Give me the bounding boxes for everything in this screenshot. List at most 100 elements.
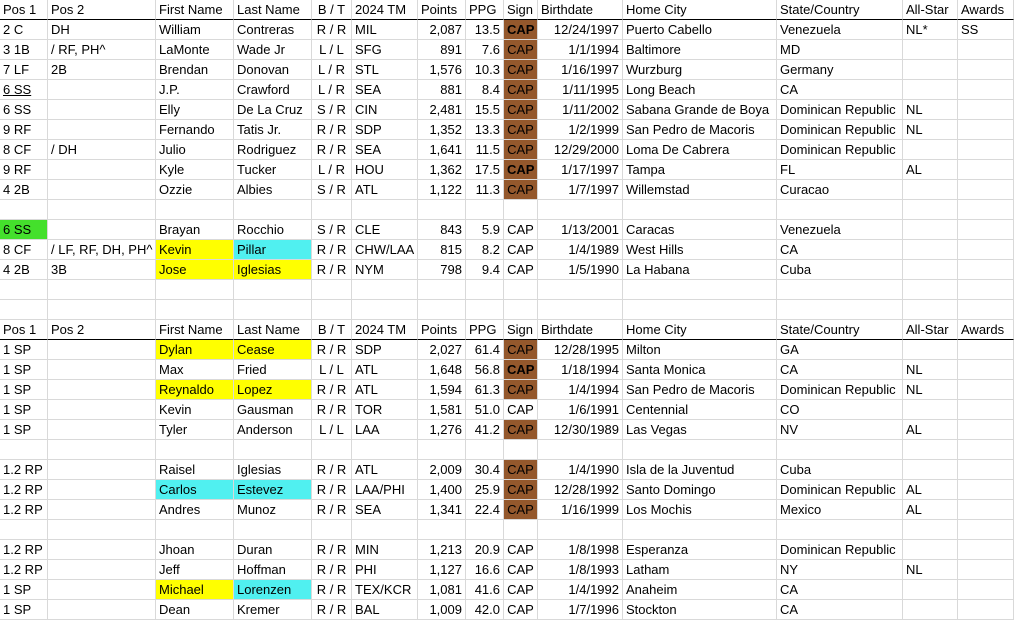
cell-points[interactable]: 1,576	[418, 60, 466, 80]
cell-city[interactable]: West Hills	[623, 240, 777, 260]
cell-pos2[interactable]	[48, 580, 156, 600]
cell-first[interactable]: Tyler	[156, 420, 234, 440]
cell-ppg[interactable]: 10.3	[466, 60, 504, 80]
cell-state[interactable]: Germany	[777, 60, 903, 80]
cell-tm[interactable]: MIL	[352, 20, 418, 40]
cell-state[interactable]: Mexico	[777, 500, 903, 520]
empty-cell[interactable]	[48, 200, 156, 220]
header-cell-bt[interactable]: B / T	[312, 0, 352, 20]
cell-city[interactable]: Las Vegas	[623, 420, 777, 440]
cell-first[interactable]: Jose	[156, 260, 234, 280]
cell-last[interactable]: Munoz	[234, 500, 312, 520]
cell-last[interactable]: Kremer	[234, 600, 312, 620]
cell-first[interactable]: Jhoan	[156, 540, 234, 560]
cell-last[interactable]: Pillar	[234, 240, 312, 260]
cell-sign[interactable]: CAP	[504, 580, 538, 600]
cell-awards[interactable]	[958, 600, 1014, 620]
empty-cell[interactable]	[903, 440, 958, 460]
cell-points[interactable]: 1,581	[418, 400, 466, 420]
empty-cell[interactable]	[504, 300, 538, 320]
cell-pos2[interactable]	[48, 600, 156, 620]
cell-bt[interactable]: R / R	[312, 600, 352, 620]
header-cell-state[interactable]: State/Country	[777, 0, 903, 20]
cell-bt[interactable]: R / R	[312, 380, 352, 400]
cell-birth[interactable]: 12/28/1992	[538, 480, 623, 500]
empty-cell[interactable]	[48, 440, 156, 460]
cell-awards[interactable]	[958, 380, 1014, 400]
empty-cell[interactable]	[504, 200, 538, 220]
cell-birth[interactable]: 1/11/1995	[538, 80, 623, 100]
empty-cell[interactable]	[0, 200, 48, 220]
header-cell-points[interactable]: Points	[418, 0, 466, 20]
cell-pos2[interactable]: / DH	[48, 140, 156, 160]
cell-points[interactable]: 1,400	[418, 480, 466, 500]
cell-awards[interactable]	[958, 100, 1014, 120]
cell-sign[interactable]: CAP	[504, 60, 538, 80]
cell-tm[interactable]: SFG	[352, 40, 418, 60]
cell-pos2[interactable]	[48, 540, 156, 560]
empty-cell[interactable]	[0, 280, 48, 300]
cell-sign[interactable]: CAP	[504, 260, 538, 280]
cell-pos1[interactable]: 4 2B	[0, 180, 48, 200]
empty-cell[interactable]	[504, 520, 538, 540]
cell-sign[interactable]: CAP	[504, 500, 538, 520]
cell-ppg[interactable]: 11.3	[466, 180, 504, 200]
cell-ppg[interactable]: 8.2	[466, 240, 504, 260]
header-cell-allstar[interactable]: All-Star	[903, 320, 958, 340]
cell-sign[interactable]: CAP	[504, 20, 538, 40]
header-cell-city[interactable]: Home City	[623, 320, 777, 340]
cell-city[interactable]: Baltimore	[623, 40, 777, 60]
cell-sign[interactable]: CAP	[504, 240, 538, 260]
cell-birth[interactable]: 1/7/1996	[538, 600, 623, 620]
header-cell-birth[interactable]: Birthdate	[538, 320, 623, 340]
cell-state[interactable]: Dominican Republic	[777, 480, 903, 500]
cell-first[interactable]: Fernando	[156, 120, 234, 140]
cell-tm[interactable]: TOR	[352, 400, 418, 420]
empty-cell[interactable]	[48, 280, 156, 300]
cell-sign[interactable]: CAP	[504, 420, 538, 440]
empty-cell[interactable]	[777, 440, 903, 460]
header-cell-awards[interactable]: Awards	[958, 0, 1014, 20]
cell-tm[interactable]: LAA/PHI	[352, 480, 418, 500]
cell-allstar[interactable]	[903, 340, 958, 360]
empty-cell[interactable]	[504, 280, 538, 300]
cell-bt[interactable]: S / R	[312, 100, 352, 120]
header-cell-awards[interactable]: Awards	[958, 320, 1014, 340]
cell-last[interactable]: Hoffman	[234, 560, 312, 580]
cell-pos2[interactable]	[48, 80, 156, 100]
header-cell-ppg[interactable]: PPG	[466, 0, 504, 20]
empty-cell[interactable]	[352, 520, 418, 540]
cell-tm[interactable]: STL	[352, 60, 418, 80]
cell-ppg[interactable]: 5.9	[466, 220, 504, 240]
cell-bt[interactable]: R / R	[312, 140, 352, 160]
header-cell-first[interactable]: First Name	[156, 0, 234, 20]
cell-awards[interactable]	[958, 240, 1014, 260]
cell-state[interactable]: Dominican Republic	[777, 120, 903, 140]
cell-tm[interactable]: CLE	[352, 220, 418, 240]
cell-first[interactable]: Elly	[156, 100, 234, 120]
cell-state[interactable]: NV	[777, 420, 903, 440]
empty-cell[interactable]	[156, 200, 234, 220]
cell-allstar[interactable]: NL	[903, 100, 958, 120]
cell-points[interactable]: 1,641	[418, 140, 466, 160]
empty-cell[interactable]	[312, 520, 352, 540]
cell-pos1[interactable]: 6 SS	[0, 100, 48, 120]
cell-state[interactable]: Venezuela	[777, 20, 903, 40]
cell-allstar[interactable]: NL	[903, 560, 958, 580]
cell-first[interactable]: J.P.	[156, 80, 234, 100]
cell-pos2[interactable]	[48, 360, 156, 380]
cell-pos2[interactable]	[48, 340, 156, 360]
cell-birth[interactable]: 12/30/1989	[538, 420, 623, 440]
cell-city[interactable]: Sabana Grande de Boya	[623, 100, 777, 120]
cell-birth[interactable]: 1/4/1992	[538, 580, 623, 600]
empty-cell[interactable]	[312, 300, 352, 320]
cell-last[interactable]: Lopez	[234, 380, 312, 400]
cell-pos2[interactable]	[48, 100, 156, 120]
cell-ppg[interactable]: 51.0	[466, 400, 504, 420]
cell-sign[interactable]: CAP	[504, 480, 538, 500]
empty-cell[interactable]	[903, 300, 958, 320]
cell-bt[interactable]: R / R	[312, 500, 352, 520]
cell-awards[interactable]	[958, 580, 1014, 600]
cell-pos1[interactable]: 6 SS	[0, 220, 48, 240]
cell-tm[interactable]: SDP	[352, 340, 418, 360]
